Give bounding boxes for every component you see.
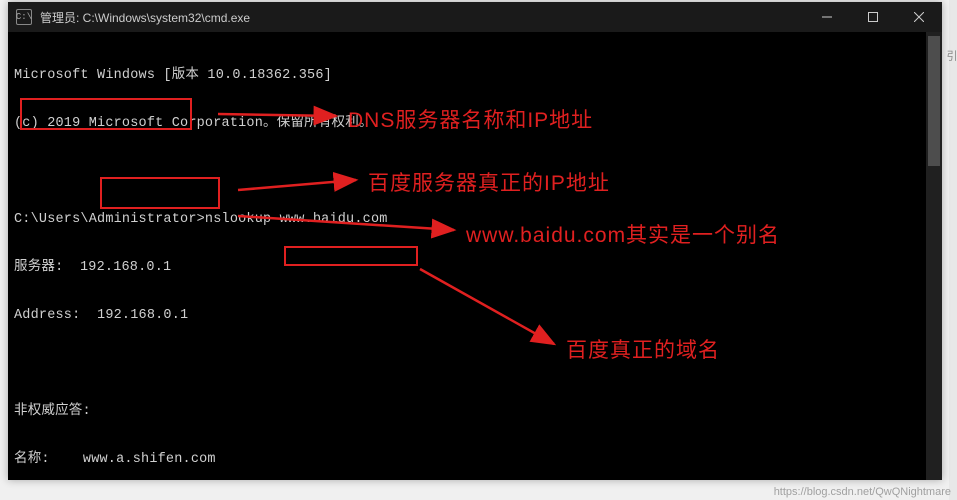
output-line: 非权威应答:: [14, 404, 936, 420]
minimize-button[interactable]: [804, 2, 850, 32]
cropped-side-text: 引: [943, 50, 957, 61]
terminal-output[interactable]: Microsoft Windows [版本 10.0.18362.356] (c…: [8, 32, 942, 480]
window-title: 管理员: C:\Windows\system32\cmd.exe: [40, 9, 250, 26]
maximize-button[interactable]: [850, 2, 896, 32]
annotation-ip: 百度服务器真正的IP地址: [368, 167, 610, 197]
annotation-dns: DNS服务器名称和IP地址: [348, 104, 593, 134]
window-titlebar[interactable]: C:\ 管理员: C:\Windows\system32\cmd.exe: [8, 2, 942, 32]
output-line: Microsoft Windows [版本 10.0.18362.356]: [14, 68, 936, 84]
watermark-text: https://blog.csdn.net/QwQNightmare: [774, 486, 951, 498]
annotation-alias: www.baidu.com其实是一个别名: [466, 219, 780, 249]
output-line: [14, 356, 936, 372]
output-line: 名称: www.a.shifen.com: [14, 452, 936, 468]
output-line: Address: 192.168.0.1: [14, 308, 936, 324]
close-button[interactable]: [896, 2, 942, 32]
cmd-window: C:\ 管理员: C:\Windows\system32\cmd.exe Mic…: [8, 2, 942, 480]
annotation-realdomain: 百度真正的域名: [566, 334, 720, 364]
cmd-icon: C:\: [16, 9, 32, 25]
output-line: 服务器: 192.168.0.1: [14, 260, 936, 276]
